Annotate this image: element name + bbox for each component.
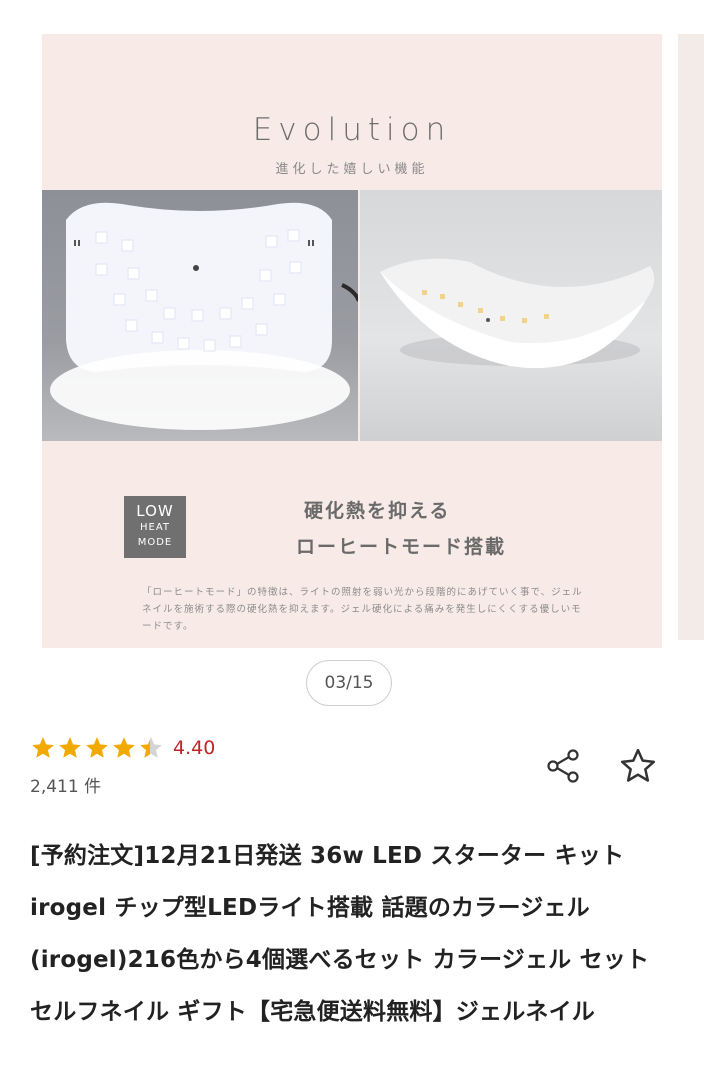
product-image-slide[interactable]: Evolution 進化した嬉しい機能 LOW HEAT MODE 硬化熱を抑え… xyxy=(42,34,662,648)
lamp-front-photo xyxy=(42,190,358,441)
star-full-icon xyxy=(59,737,81,758)
badge-line-low: LOW xyxy=(136,502,174,520)
badge-line-mode: MODE xyxy=(137,537,173,548)
slide-title: Evolution xyxy=(252,112,452,148)
review-count[interactable]: 2,411 件 xyxy=(30,772,101,797)
product-title: [予約注文]12月21日発送 36w LED スターター キット irogel … xyxy=(30,843,650,1025)
star-outline-icon[interactable] xyxy=(618,746,658,786)
rating-value: 4.40 xyxy=(173,737,216,759)
star-full-icon xyxy=(86,737,108,758)
next-slide-peek[interactable] xyxy=(678,34,704,640)
feature-description: 「ローヒートモード」の特徴は、ライトの照射を弱い光から段階的にあげていく事で、ジ… xyxy=(142,587,583,632)
share-icon[interactable] xyxy=(544,746,584,786)
star-full-icon xyxy=(32,737,54,758)
star-full-icon xyxy=(113,737,135,758)
lamp-side-photo xyxy=(360,190,662,441)
feature-heading-line2: ローヒートモード搭載 xyxy=(296,536,507,558)
rating-stars xyxy=(30,735,165,761)
slide-subtitle: 進化した嬉しい機能 xyxy=(275,162,429,177)
badge-line-heat: HEAT xyxy=(139,522,170,533)
image-carousel[interactable]: Evolution 進化した嬉しい機能 LOW HEAT MODE 硬化熱を抑え… xyxy=(0,0,704,660)
slide-counter: 03/15 xyxy=(306,660,392,706)
star-partial-icon xyxy=(140,737,162,758)
low-heat-mode-badge: LOW HEAT MODE xyxy=(124,496,186,558)
feature-heading-line1: 硬化熱を抑える xyxy=(304,500,451,522)
rating-row[interactable]: 4.40 xyxy=(30,734,215,762)
